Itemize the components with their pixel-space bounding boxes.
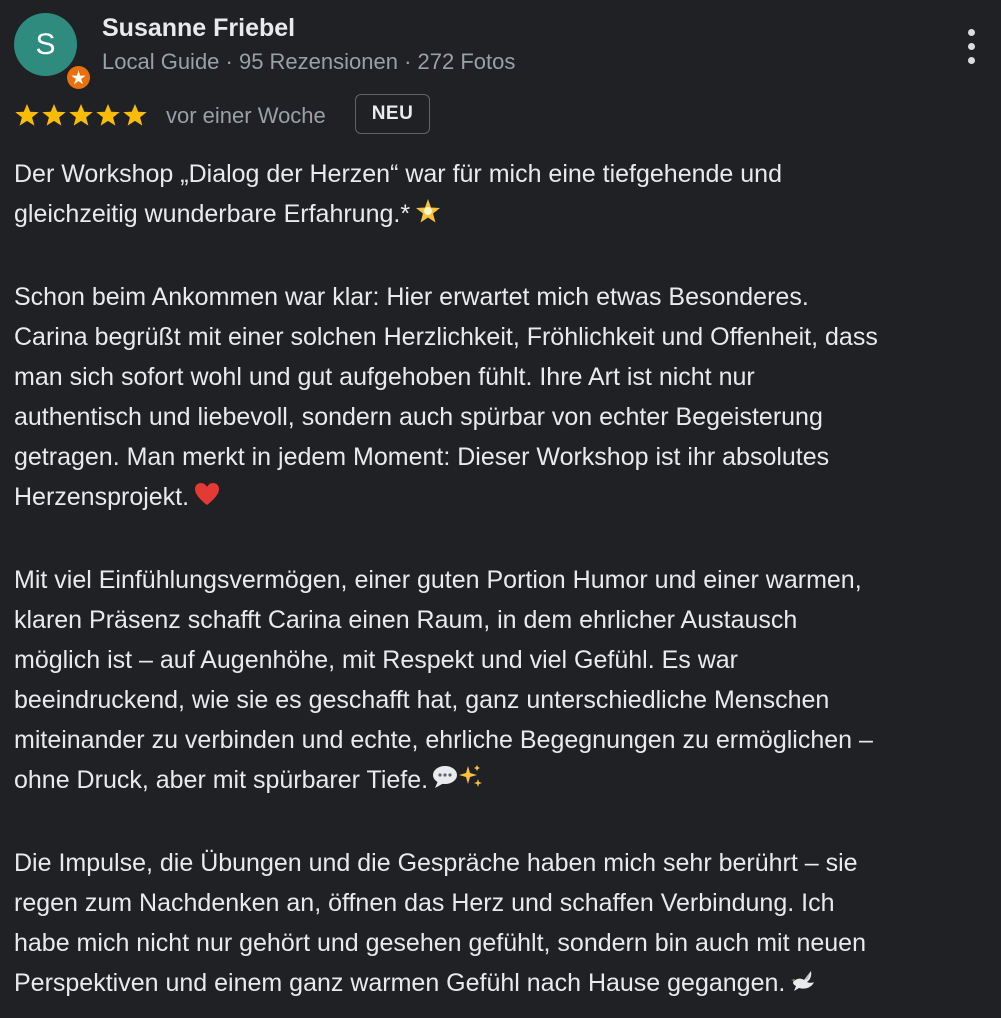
paragraph-text: Der Workshop „Dialog der Herzen“ war für… <box>14 160 782 228</box>
star-icon <box>15 103 39 126</box>
star-rating <box>14 102 154 130</box>
review-paragraph: Die Impulse, die Übungen und die Gespräc… <box>14 843 994 1006</box>
dove-emoji <box>789 966 817 1006</box>
paragraph-text: Schon beim Ankommen war klar: Hier erwar… <box>14 283 878 511</box>
star-icon <box>123 103 147 126</box>
author-avatar[interactable]: S <box>14 13 92 91</box>
author-name[interactable]: Susanne Friebel <box>102 14 295 43</box>
new-badge: NEU <box>355 94 430 134</box>
red-heart-emoji <box>193 480 221 520</box>
author-meta: Local Guide · 95 Rezensionen · 272 Fotos <box>102 49 516 74</box>
speech-bubble-sparkles-emoji <box>432 763 484 803</box>
review-card: S Susanne Friebel Local Guide · 95 Rezen… <box>0 0 1001 1018</box>
review-time: vor einer Woche <box>166 103 326 128</box>
review-paragraph: Der Workshop „Dialog der Herzen“ war für… <box>14 154 994 237</box>
review-text: Der Workshop „Dialog der Herzen“ war für… <box>14 154 994 1006</box>
local-guide-badge-icon <box>65 64 92 91</box>
glowing-star-emoji <box>414 197 442 237</box>
more-vertical-icon <box>968 29 975 36</box>
review-paragraph: Mit viel Einfühlungsvermögen, einer gute… <box>14 560 994 803</box>
paragraph-text: Die Impulse, die Übungen und die Gespräc… <box>14 849 866 997</box>
star-icon <box>42 103 66 126</box>
rating-row: vor einer Woche NEU <box>14 94 714 136</box>
more-options-button[interactable] <box>954 24 990 68</box>
review-paragraph: Schon beim Ankommen war klar: Hier erwar… <box>14 277 994 520</box>
star-icon <box>96 103 120 126</box>
star-icon <box>69 103 93 126</box>
paragraph-text: Mit viel Einfühlungsvermögen, einer gute… <box>14 566 873 794</box>
